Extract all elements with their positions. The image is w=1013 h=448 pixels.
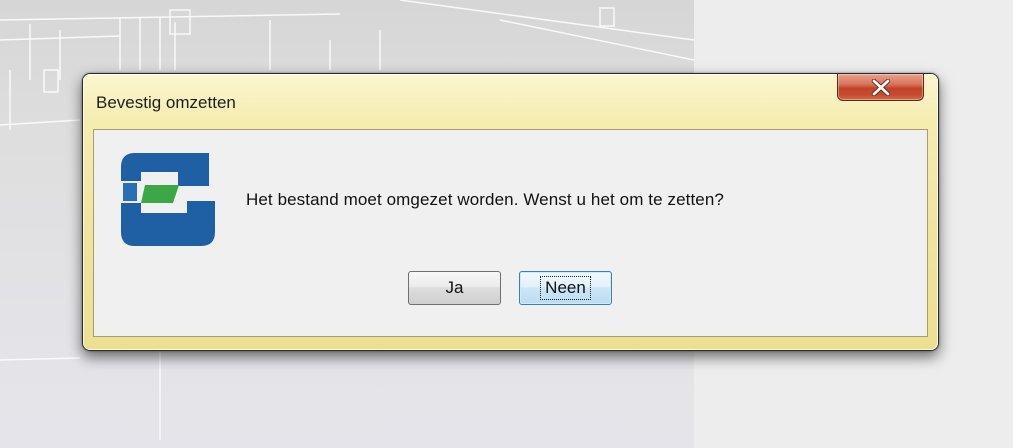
no-button-label: Neen	[540, 276, 591, 300]
yes-button-label: Ja	[445, 278, 464, 297]
close-button[interactable]	[837, 74, 924, 101]
confirm-dialog: Bevestig omzetten Het bestand moet omgez…	[82, 73, 939, 351]
dialog-body: Het bestand moet omgezet worden. Wenst u…	[93, 129, 928, 337]
close-x-icon	[871, 78, 890, 96]
dialog-title: Bevestig omzetten	[96, 93, 236, 112]
application-logo-icon	[121, 153, 215, 246]
no-button[interactable]: Neen	[519, 271, 612, 305]
yes-button[interactable]: Ja	[408, 271, 501, 305]
dialog-message: Het bestand moet omgezet worden. Wenst u…	[246, 190, 724, 209]
